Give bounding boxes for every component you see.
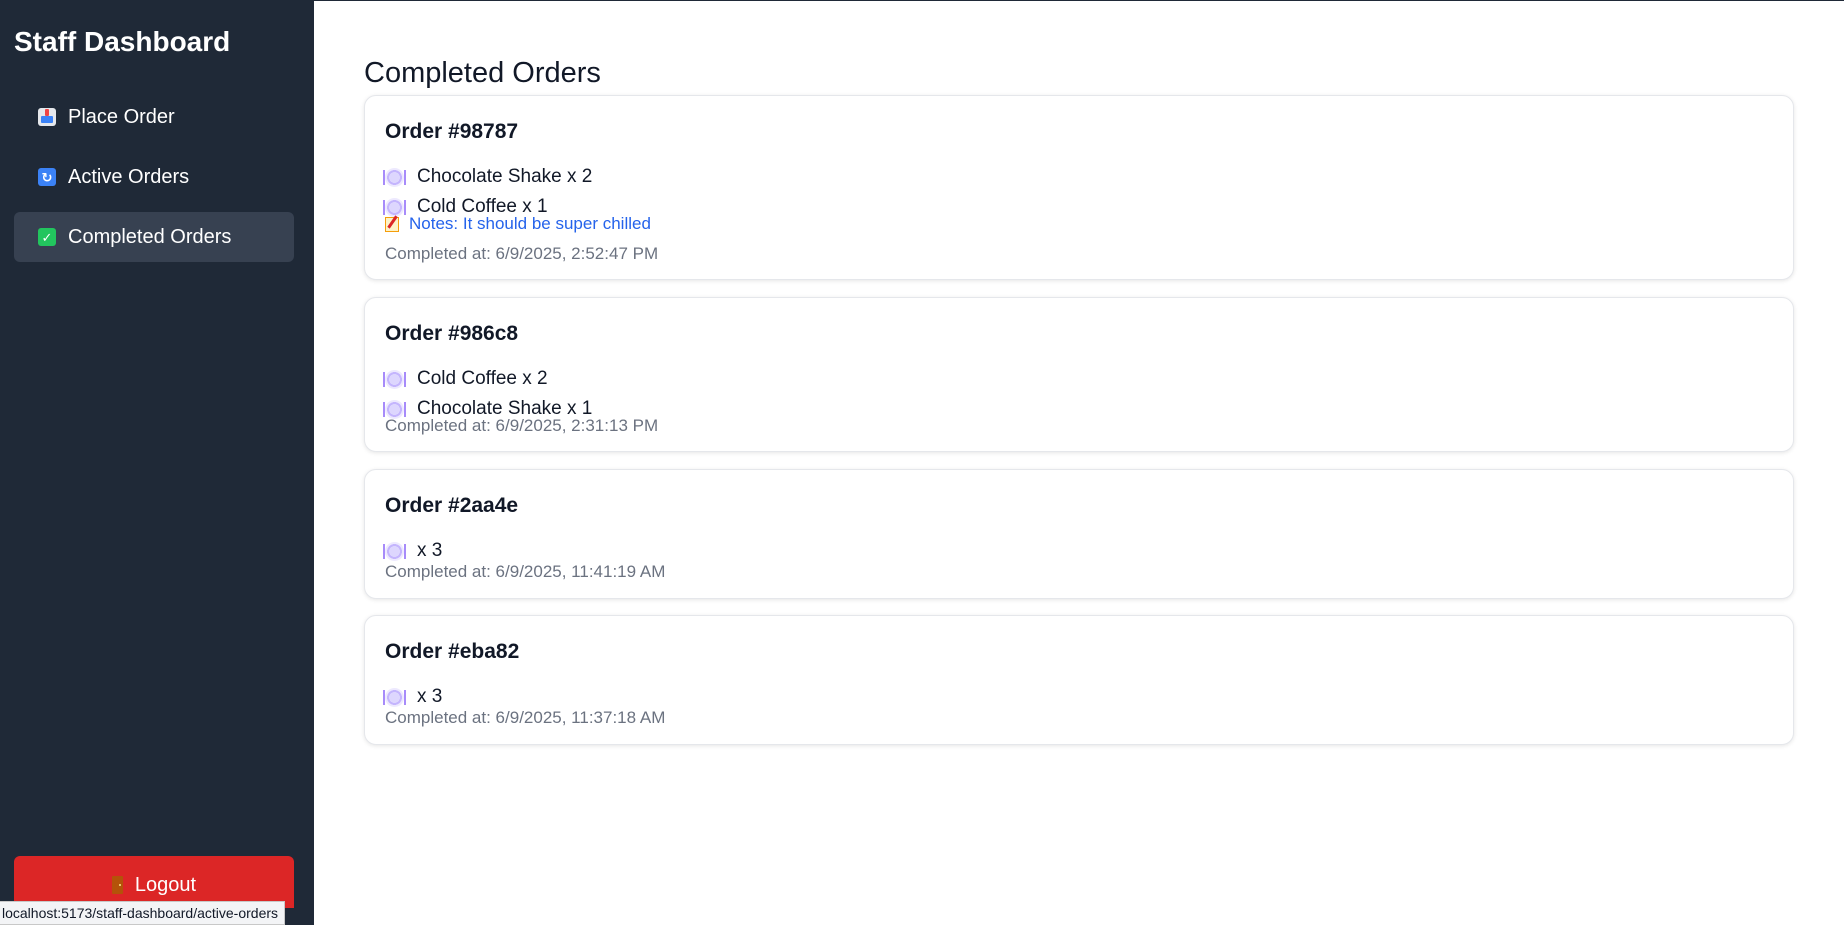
order-item-text: Chocolate Shake x 2	[417, 166, 593, 187]
completed-at: Completed at: 6/9/2025, 2:52:47 PM	[385, 244, 659, 263]
nav-item-label: Completed Orders	[68, 225, 232, 248]
plate-icon	[383, 541, 406, 561]
plate-icon	[383, 369, 406, 389]
order-notes: Notes: It should be super chilled	[385, 214, 651, 234]
main-content: Completed Orders Order #98787 Chocolate …	[314, 0, 1844, 926]
order-items: Cold Coffee x 2 Chocolate Shake x 1	[383, 364, 592, 424]
nav-item-label: Active Orders	[68, 165, 190, 188]
page-title: Completed Orders	[364, 57, 601, 89]
nav-item-completed-orders[interactable]: ✓ Completed Orders	[14, 212, 294, 262]
order-item-text: Cold Coffee x 2	[417, 368, 548, 389]
status-bar-url: localhost:5173/staff-dashboard/active-or…	[0, 901, 286, 925]
logout-label: Logout	[134, 873, 197, 896]
plate-icon	[383, 167, 406, 187]
order-title: Order #2aa4e	[385, 494, 519, 517]
memo-icon	[385, 216, 399, 232]
nav-item-place-order[interactable]: Place Order	[14, 92, 294, 142]
inbox-tray-icon	[38, 108, 56, 126]
completed-at: Completed at: 6/9/2025, 11:41:19 AM	[385, 562, 666, 581]
order-card: Order #98787 Chocolate Shake x 2 Cold Co…	[364, 95, 1794, 280]
order-title: Order #986c8	[385, 322, 519, 345]
nav-item-label: Place Order	[68, 105, 175, 128]
sidebar-title: Staff Dashboard	[14, 26, 231, 57]
order-notes-text: Notes: It should be super chilled	[409, 214, 651, 233]
sidebar: Staff Dashboard Place Order ↻ Active Ord…	[0, 0, 314, 925]
order-card: Order #eba82 x 3 Completed at: 6/9/2025,…	[364, 615, 1794, 745]
order-item: Cold Coffee x 2	[383, 364, 592, 394]
completed-at: Completed at: 6/9/2025, 11:37:18 AM	[385, 708, 666, 727]
order-card: Order #2aa4e x 3 Completed at: 6/9/2025,…	[364, 469, 1794, 599]
order-items: Chocolate Shake x 2 Cold Coffee x 1	[383, 162, 593, 222]
order-item-text: x 3	[417, 686, 443, 707]
order-card: Order #986c8 Cold Coffee x 2 Chocolate S…	[364, 297, 1794, 452]
sidebar-nav: Place Order ↻ Active Orders ✓ Completed …	[14, 92, 294, 272]
nav-item-active-orders[interactable]: ↻ Active Orders	[14, 152, 294, 202]
refresh-icon: ↻	[38, 168, 56, 186]
order-title: Order #98787	[385, 120, 519, 143]
order-item: Chocolate Shake x 2	[383, 162, 593, 192]
check-mark-icon: ✓	[38, 228, 56, 246]
plate-icon	[383, 687, 406, 707]
order-item-text: x 3	[417, 540, 443, 561]
completed-at: Completed at: 6/9/2025, 2:31:13 PM	[385, 416, 659, 435]
door-icon	[111, 876, 123, 894]
order-title: Order #eba82	[385, 640, 520, 663]
